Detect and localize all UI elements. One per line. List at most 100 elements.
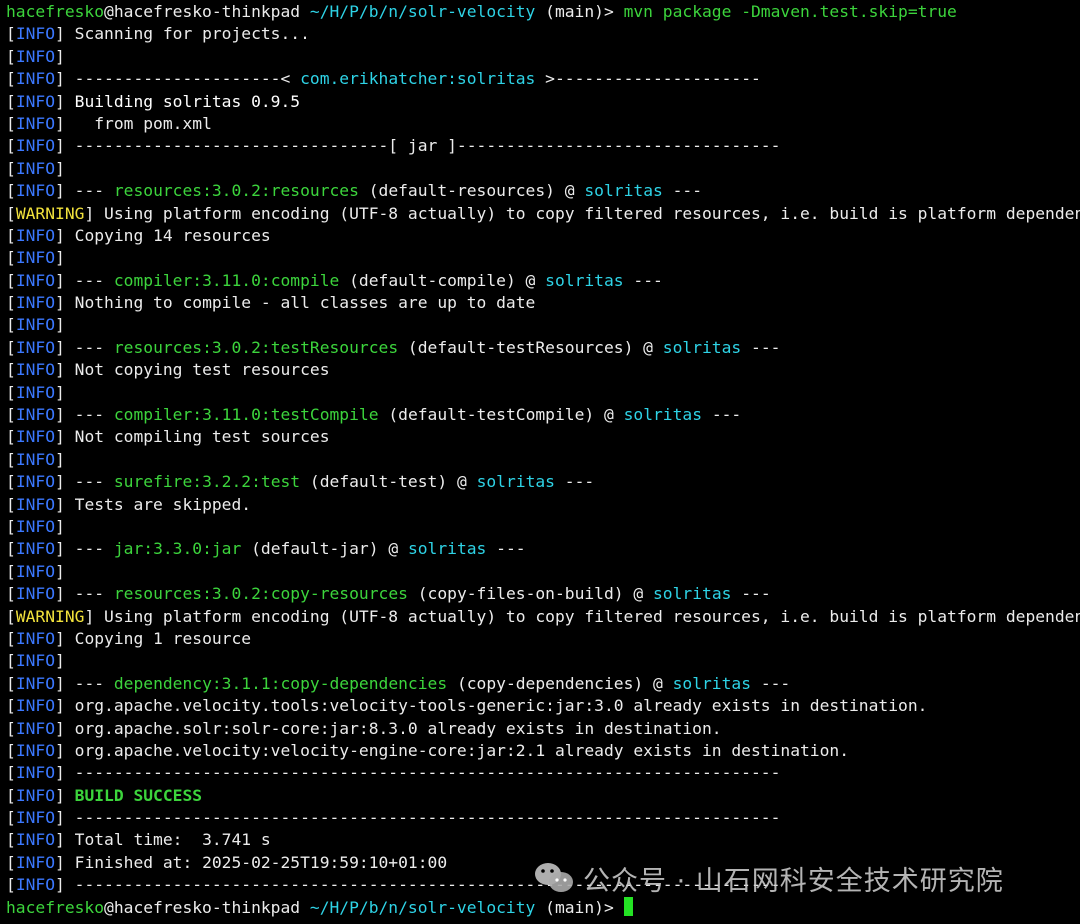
line-segment: INFO [15,382,56,402]
line-segment: solritas [407,539,487,559]
line-segment: [ [6,785,16,805]
line-segment: INFO [15,628,56,648]
line-segment: [ [6,651,16,671]
terminal-cursor[interactable] [623,896,633,916]
line-segment: [ [6,516,16,536]
line-segment: (default-test) @ [300,472,477,492]
line-segment: (default-testCompile) @ [378,405,624,425]
line-segment: ] Not compiling test sources [55,427,330,447]
line-segment: ] [55,158,65,178]
output-line: [INFO] --- resources:3.0.2:copy-resource… [6,583,1080,605]
line-segment: (main)> [535,2,624,21]
line-segment: ] from pom.xml [55,113,212,133]
line-segment: INFO [15,785,56,805]
line-segment: [ [6,158,16,178]
output-line: [INFO] [6,314,1080,336]
line-segment: INFO [15,808,56,828]
line-segment: ] ---------------------< [55,69,301,89]
line-segment: ~/H/P/b/n/solr-velocity [309,2,536,21]
line-segment: [ [6,248,16,268]
line-segment: solritas [623,405,703,425]
line-segment: INFO [15,113,56,133]
line-segment: mvn package -Dmaven.test.skip=true [623,2,957,21]
output-line: [INFO] [6,449,1080,471]
line-segment: ] Not copying test resources [55,360,330,380]
output-line: [INFO] --- jar:3.3.0:jar (default-jar) @… [6,538,1080,560]
line-segment: WARNING [15,606,85,626]
line-segment: INFO [15,158,56,178]
output-line: [INFO] [6,158,1080,180]
line-segment: ] [55,516,65,536]
output-line: [INFO] --- resources:3.0.2:resources (de… [6,180,1080,202]
line-segment: [ [6,763,16,783]
output-line: [INFO] Building solritas 0.9.5 [6,91,1080,113]
line-segment: --- [702,405,742,425]
line-segment: Building solritas 0.9.5 [74,91,301,111]
line-segment: [ [6,696,16,716]
output-line: [INFO] [6,382,1080,404]
line-segment: [ [6,852,16,872]
line-segment: INFO [15,315,56,335]
line-segment: INFO [15,740,56,760]
line-segment: INFO [15,763,56,783]
line-segment: [ [6,136,16,156]
line-segment: (main)> [535,897,624,917]
line-segment: solritas [584,181,663,201]
wechat-icon [535,863,573,892]
line-segment: ] --- [55,337,114,357]
line-segment: INFO [15,561,56,581]
line-segment: ] --- [55,270,114,290]
output-line: [INFO] Not compiling test sources [6,426,1080,448]
line-segment: ] [55,561,65,581]
line-segment: --- [623,270,663,290]
line-segment: solritas [672,673,752,693]
line-segment: INFO [15,337,56,357]
line-segment: [ [6,584,16,604]
output-line: [INFO] org.apache.velocity:velocity-engi… [6,740,1080,762]
line-segment: solritas [545,270,624,290]
line-segment: INFO [15,24,56,44]
output-line: [INFO] --- compiler:3.11.0:testCompile (… [6,404,1080,426]
line-segment: INFO [15,651,56,671]
line-segment: INFO [15,225,56,245]
output-line: [INFO] BUILD SUCCESS [6,785,1080,807]
line-segment: ] org.apache.solr:solr-core:jar:8.3.0 al… [55,718,722,738]
line-segment: [ [6,203,16,223]
line-segment: INFO [15,405,56,425]
output-line: [INFO] Tests are skipped. [6,494,1080,516]
line-segment: compiler:3.11.0:compile [113,270,340,290]
line-segment: [ [6,293,16,313]
output-line: [INFO] org.apache.solr:solr-core:jar:8.3… [6,718,1080,740]
line-segment: INFO [15,696,56,716]
line-segment: [ [6,830,16,850]
output-line: [INFO] [6,561,1080,583]
line-segment: [ [6,539,16,559]
line-segment: [ [6,718,16,738]
line-segment: (copy-files-on-build) @ [407,584,653,604]
line-segment: [ [6,24,16,44]
line-segment: [ [6,673,16,693]
line-segment: [ [6,270,16,290]
terminal-output[interactable]: hacefresko@hacefresko-thinkpad ~/H/P/b/n… [0,0,1080,924]
line-segment: ] [55,248,65,268]
output-line: [WARNING] Using platform encoding (UTF-8… [6,203,1080,225]
line-segment: ] Tests are skipped. [55,494,252,514]
output-line: [INFO] Nothing to compile - all classes … [6,292,1080,314]
line-segment: INFO [15,293,56,313]
line-segment: [ [6,315,16,335]
line-segment: hacefresko [6,897,105,917]
line-segment: ] [55,46,65,66]
output-line: [INFO] --- compiler:3.11.0:compile (defa… [6,270,1080,292]
line-segment: INFO [15,472,56,492]
line-segment: hacefresko [6,2,105,21]
line-segment: [ [6,606,16,626]
line-segment: [ [6,628,16,648]
line-segment: [ [6,46,16,66]
line-segment: --- [554,472,595,492]
line-segment: (default-testResources) @ [398,337,663,357]
output-line: [INFO] from pom.xml [6,113,1080,135]
line-segment: [ [6,113,16,133]
line-segment: INFO [15,584,56,604]
line-segment: solritas [476,472,555,492]
line-segment: ] --------------------------------------… [55,808,781,828]
